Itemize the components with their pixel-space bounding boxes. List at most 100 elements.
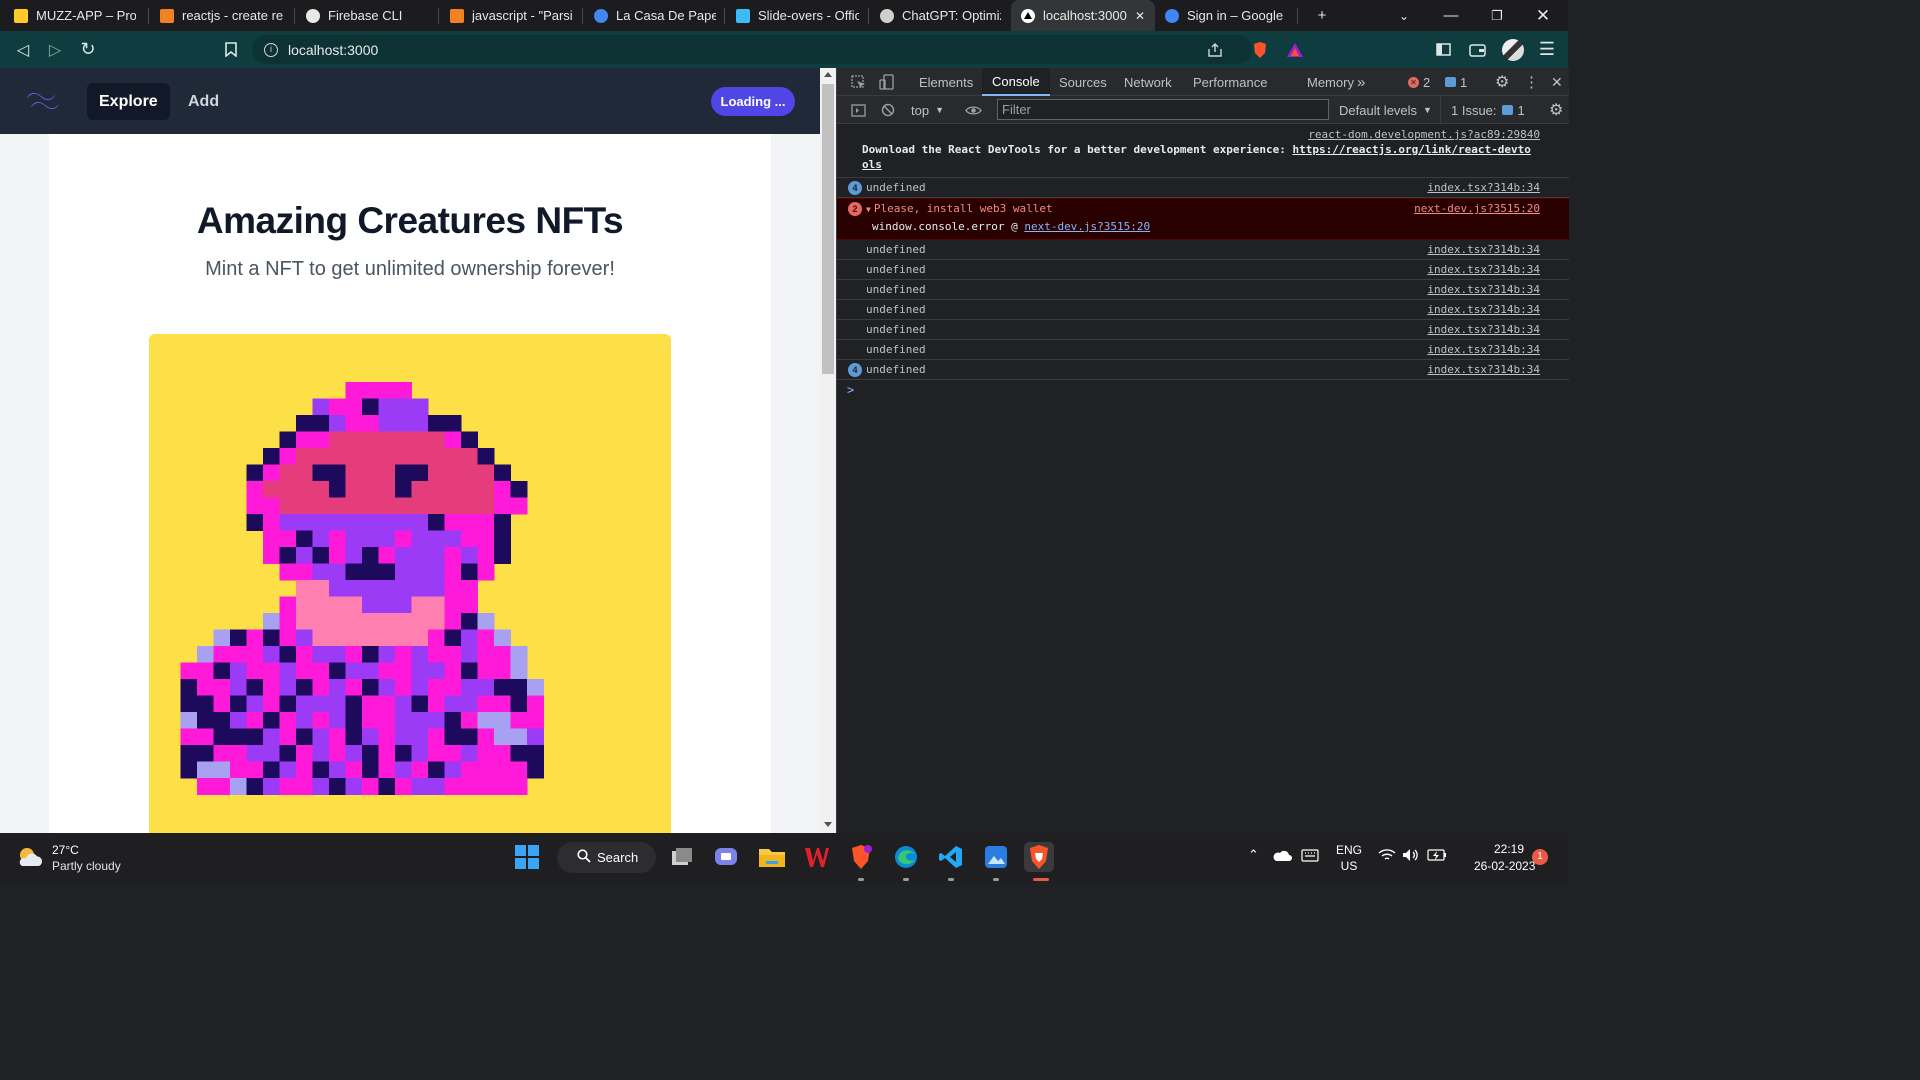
tab-elements[interactable]: Elements	[909, 68, 983, 96]
tab-console[interactable]: Console	[982, 68, 1050, 96]
scroll-down-arrow[interactable]	[824, 822, 832, 827]
url-text[interactable]: localhost:3000	[288, 42, 378, 58]
message-source-link[interactable]: index.tsx?314b:34	[1427, 323, 1540, 336]
maximize-button[interactable]: ❐	[1474, 0, 1520, 31]
minimize-button[interactable]: —	[1428, 0, 1474, 31]
wps-office-icon[interactable]	[802, 842, 832, 872]
browser-tab[interactable]: Firebase CLI	[296, 0, 439, 31]
nft-pixel	[296, 448, 313, 465]
tab-search-chevron-icon[interactable]: ⌄	[1381, 0, 1427, 31]
back-icon[interactable]: ◁	[8, 31, 38, 68]
address-bar[interactable]: i localhost:3000	[252, 35, 1252, 64]
issues-button[interactable]: 1 Issue: 1	[1440, 96, 1535, 124]
brave-beta-icon[interactable]	[846, 842, 876, 872]
nft-pixel	[230, 778, 247, 795]
browser-tab[interactable]: reactjs - create reac	[150, 0, 293, 31]
browser-tab[interactable]: MUZZ-APP – Projec	[4, 0, 146, 31]
more-tabs-icon[interactable]: »	[1347, 68, 1375, 96]
message-source-link[interactable]: index.tsx?314b:34	[1427, 283, 1540, 296]
stack-link[interactable]: next-dev.js?3515:20	[1024, 220, 1150, 233]
scroll-up-arrow[interactable]	[824, 72, 832, 77]
nft-pixel	[444, 514, 462, 531]
message-source-link[interactable]: index.tsx?314b:34	[1427, 263, 1540, 276]
share-icon[interactable]	[1200, 31, 1230, 68]
console-settings-gear-icon[interactable]: ⚙	[1539, 96, 1573, 124]
message-source-link[interactable]: index.tsx?314b:34	[1427, 343, 1540, 356]
log-levels-dropdown[interactable]: Default levels ▼	[1329, 96, 1442, 124]
new-tab-button[interactable]: +	[1299, 0, 1345, 31]
profile-avatar[interactable]	[1498, 31, 1528, 68]
onedrive-cloud-icon[interactable]	[1272, 849, 1292, 865]
weather-widget[interactable]: 27°C Partly cloudy	[16, 841, 146, 875]
errors-counter[interactable]: ✕ 2	[1398, 68, 1440, 96]
browser-tab[interactable]: localhost:3000 ✕	[1011, 0, 1155, 31]
error-text[interactable]: ▼ Please, install web3 wallet	[866, 202, 1053, 215]
reload-icon[interactable]: ↻	[73, 31, 103, 68]
site-info-icon[interactable]: i	[264, 42, 278, 57]
message-source-link[interactable]: index.tsx?314b:34	[1427, 363, 1540, 376]
task-view-icon[interactable]	[667, 842, 697, 872]
react-devtools-link-continued[interactable]: ols	[862, 158, 882, 171]
message-source-link[interactable]: react-dom.development.js?ac89:29840	[1308, 128, 1540, 141]
photo-editor-icon[interactable]	[981, 842, 1011, 872]
expand-triangle-icon[interactable]: ▼	[866, 205, 871, 214]
close-window-button[interactable]: ✕	[1520, 0, 1566, 31]
volume-icon[interactable]	[1402, 848, 1420, 865]
keyboard-icon[interactable]	[1301, 849, 1319, 865]
tab-performance[interactable]: Performance	[1183, 68, 1277, 96]
brave-browser-icon[interactable]	[1024, 842, 1054, 872]
connect-wallet-button[interactable]: Loading ...	[711, 87, 795, 116]
tab-network[interactable]: Network	[1114, 68, 1182, 96]
taskbar-search[interactable]: Search	[557, 842, 656, 873]
start-button[interactable]	[512, 842, 542, 872]
nav-explore[interactable]: Explore	[87, 83, 170, 120]
close-tab-icon[interactable]: ✕	[1135, 9, 1145, 23]
message-source-link[interactable]: index.tsx?314b:34	[1427, 181, 1540, 194]
message-source-link[interactable]: index.tsx?314b:34	[1427, 303, 1540, 316]
bookmark-icon[interactable]	[216, 31, 246, 68]
messages-counter[interactable]: 1	[1435, 68, 1477, 96]
error-source-link[interactable]: next-dev.js?3515:20	[1414, 202, 1540, 215]
browser-tab[interactable]: Slide-overs - Officia	[726, 0, 869, 31]
console-filter-input[interactable]: Filter	[997, 99, 1329, 120]
file-explorer-icon[interactable]	[757, 842, 787, 872]
react-devtools-link[interactable]: https://reactjs.org/link/react-devto	[1292, 143, 1530, 156]
clear-console-icon[interactable]	[871, 96, 905, 124]
tab-separator	[582, 8, 583, 24]
context-selector[interactable]: top ▼	[901, 96, 954, 124]
sidebar-icon[interactable]	[1428, 31, 1458, 68]
battery-charging-icon[interactable]	[1427, 848, 1447, 865]
teams-chat-icon[interactable]	[711, 842, 741, 872]
live-expression-eye-icon[interactable]	[955, 96, 992, 124]
clock[interactable]: 22:19 26-02-2023	[1474, 841, 1535, 875]
page-scrollbar[interactable]	[820, 68, 836, 833]
tailwind-logo-icon[interactable]	[24, 88, 62, 115]
brave-rewards-icon[interactable]	[1280, 31, 1310, 68]
close-devtools-icon[interactable]: ✕	[1541, 68, 1573, 96]
nft-image[interactable]	[149, 334, 671, 833]
device-toolbar-icon[interactable]	[869, 68, 905, 96]
nft-pixel	[428, 481, 445, 498]
edge-icon[interactable]	[891, 842, 921, 872]
tab-sources[interactable]: Sources	[1049, 68, 1117, 96]
notification-badge[interactable]: 1	[1532, 849, 1548, 865]
wifi-icon[interactable]	[1378, 848, 1396, 865]
language-indicator[interactable]: ENG US	[1334, 842, 1364, 874]
forward-icon[interactable]: ▷	[40, 31, 70, 68]
brave-shields-icon[interactable]	[1245, 31, 1275, 68]
vscode-icon[interactable]	[936, 842, 966, 872]
tab-separator	[148, 8, 149, 24]
browser-tab[interactable]: La Casa De Papel sc	[584, 0, 726, 31]
browser-tab[interactable]: Sign in – Google ac	[1155, 0, 1295, 31]
console-prompt[interactable]: >	[847, 383, 854, 397]
nav-add[interactable]: Add	[176, 83, 231, 120]
scrollbar-thumb[interactable]	[822, 84, 834, 374]
browser-tab[interactable]: ChatGPT: Optimizin	[870, 0, 1011, 31]
menu-icon[interactable]: ☰	[1532, 31, 1562, 68]
console-message-repeated: 4 undefined index.tsx?314b:34	[837, 178, 1569, 198]
browser-tab[interactable]: javascript - "Parsing	[440, 0, 583, 31]
message-source-link[interactable]: index.tsx?314b:34	[1427, 243, 1540, 256]
wallet-icon[interactable]	[1462, 31, 1492, 68]
nft-pixel	[444, 547, 462, 564]
show-hidden-icons-chevron-icon[interactable]: ⌃	[1248, 847, 1259, 863]
